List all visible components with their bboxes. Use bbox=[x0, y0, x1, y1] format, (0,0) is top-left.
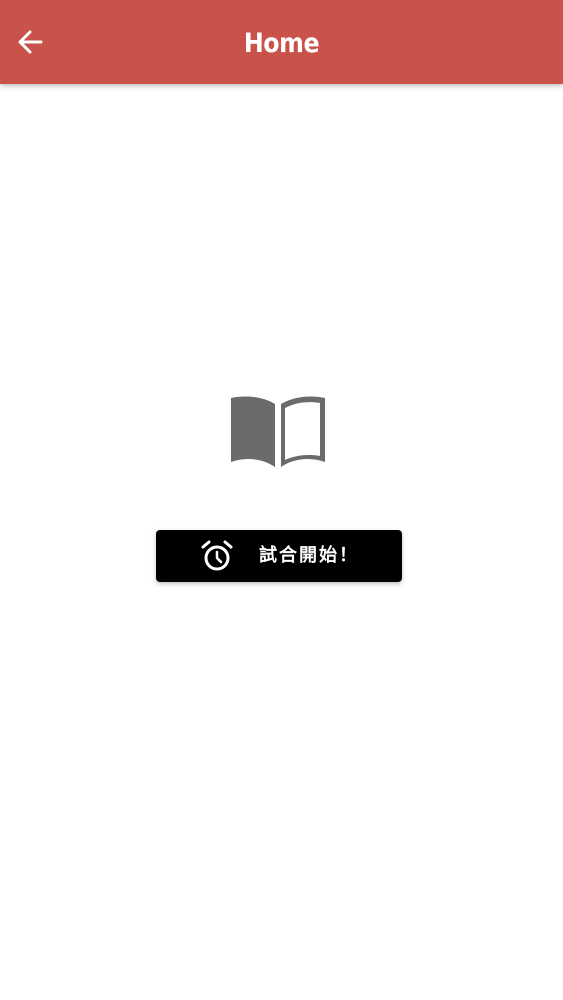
app-bar: Home bbox=[0, 0, 563, 84]
start-match-label: 試合開始！ bbox=[259, 545, 359, 566]
alarm-clock-icon bbox=[201, 540, 233, 571]
open-book-icon bbox=[231, 396, 325, 467]
page-title: Home bbox=[243, 28, 320, 59]
